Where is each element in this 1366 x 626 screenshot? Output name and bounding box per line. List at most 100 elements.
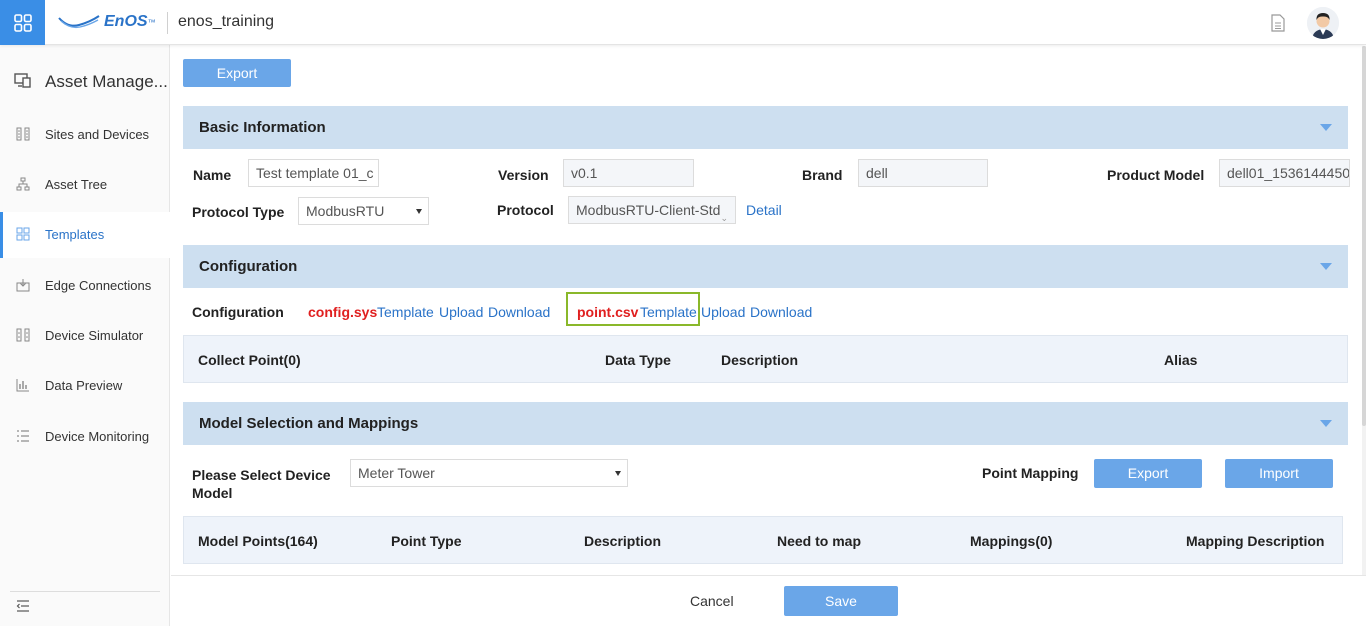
column-header[interactable]: Point Type (391, 533, 462, 549)
name-field[interactable]: Test template 01_c (248, 159, 379, 187)
name-label: Name (193, 167, 232, 183)
app-grid-button[interactable] (0, 0, 45, 45)
column-header[interactable]: Description (721, 352, 798, 368)
sidebar-item-sites-and-devices[interactable]: Sites and Devices (0, 112, 170, 158)
collapse-caret-icon[interactable] (1320, 124, 1332, 131)
point-upload-link[interactable]: Upload (701, 304, 745, 320)
sidebar-header[interactable]: Asset Manage... (0, 63, 170, 99)
collapse-caret-icon[interactable] (1320, 420, 1332, 427)
column-header[interactable]: Mappings(0) (970, 533, 1052, 549)
protocol-detail-link[interactable]: Detail (746, 202, 782, 218)
top-bar: EnOS ™ enos_training (0, 0, 1366, 45)
devices-icon (16, 127, 30, 141)
column-header[interactable]: Model Points(164) (198, 533, 318, 549)
version-label: Version (498, 167, 549, 183)
sidebar: Asset Manage... Sites and Devices Asset … (0, 45, 170, 626)
chart-icon (16, 379, 29, 392)
configuration-label: Configuration (192, 304, 284, 320)
brand-field: dell (858, 159, 988, 187)
sidebar-item-label: Device Simulator (45, 328, 144, 343)
sidebar-title: Asset Manage... (45, 72, 168, 91)
export-button[interactable]: Export (183, 59, 291, 87)
sidebar-item-label: Asset Tree (45, 177, 108, 192)
dropdown-arrow-icon (416, 209, 422, 214)
user-avatar-icon (1307, 7, 1339, 39)
config-sys-file[interactable]: config.sys (308, 304, 377, 320)
sidebar-item-label: Device Monitoring (45, 429, 150, 444)
point-template-link[interactable]: Template (640, 304, 697, 320)
page-scrollbar-thumb[interactable] (1362, 46, 1366, 426)
sidebar-footer (10, 591, 160, 615)
sidebar-item-templates[interactable]: Templates (0, 212, 170, 258)
config-upload-link[interactable]: Upload (439, 304, 483, 320)
column-header[interactable]: Alias (1164, 352, 1197, 368)
point-csv-file[interactable]: point.csv (577, 304, 638, 320)
column-header[interactable]: Collect Point(0) (198, 352, 301, 368)
protocol-type-label: Protocol Type (192, 204, 285, 220)
document-icon[interactable] (1270, 14, 1286, 35)
apps-grid-icon (13, 13, 32, 32)
column-header[interactable]: Need to map (777, 533, 861, 549)
edge-icon (16, 279, 30, 292)
sidebar-item-label: Data Preview (45, 378, 123, 393)
config-download-link[interactable]: Download (488, 304, 550, 320)
user-avatar[interactable] (1307, 7, 1339, 39)
column-header[interactable]: Mapping Description (1186, 533, 1324, 549)
section-title: Model Selection and Mappings (199, 415, 419, 432)
logo-text: EnOS (104, 13, 148, 30)
templates-icon (16, 227, 30, 241)
chevron-down-icon: ⌄ (720, 213, 728, 223)
logo-trademark: ™ (147, 17, 156, 27)
protocol-type-select[interactable]: ModbusRTU (298, 197, 429, 225)
dropdown-arrow-icon (615, 471, 621, 476)
sidebar-item-edge-connections[interactable]: Edge Connections (0, 263, 170, 309)
cancel-button[interactable]: Cancel (690, 593, 734, 609)
device-model-select[interactable]: Meter Tower (350, 459, 628, 487)
section-title: Basic Information (199, 119, 326, 136)
header-divider (167, 12, 168, 34)
protocol-select[interactable]: ModbusRTU-Client-Std ⌄ (568, 196, 736, 224)
sidebar-item-asset-tree[interactable]: Asset Tree (0, 162, 170, 208)
simulator-icon (16, 328, 30, 342)
product-model-field: dell01_15361444500 (1219, 159, 1350, 187)
footer-bar: Cancel Save (171, 575, 1366, 626)
device-model-value: Meter Tower (358, 465, 435, 481)
protocol-type-value: ModbusRTU (306, 203, 385, 219)
sidebar-item-device-simulator[interactable]: Device Simulator (0, 313, 170, 359)
mapping-import-button[interactable]: Import (1225, 459, 1333, 488)
brand-label: Brand (802, 167, 843, 183)
collapse-sidebar-icon[interactable] (16, 600, 30, 612)
point-download-link[interactable]: Download (750, 304, 812, 320)
protocol-label: Protocol (497, 202, 554, 218)
asset-management-icon (14, 73, 31, 88)
sidebar-item-device-monitoring[interactable]: Device Monitoring (0, 414, 170, 460)
sidebar-item-label: Edge Connections (45, 278, 152, 293)
main-content: Export Basic Information Name Test templ… (171, 46, 1366, 626)
collect-point-table-header: Collect Point(0) Data Type Description A… (183, 335, 1348, 383)
monitoring-icon (17, 430, 29, 442)
configuration-header[interactable]: Configuration (183, 245, 1348, 288)
model-points-table-header: Model Points(164) Point Type Description… (183, 516, 1343, 564)
mapping-export-button[interactable]: Export (1094, 459, 1202, 488)
org-name[interactable]: enos_training (178, 13, 274, 31)
basic-information-header[interactable]: Basic Information (183, 106, 1348, 149)
sidebar-item-label: Templates (45, 227, 105, 242)
section-title: Configuration (199, 258, 298, 275)
protocol-value: ModbusRTU-Client-Std (576, 202, 721, 218)
product-model-label: Product Model (1107, 167, 1205, 183)
select-model-label-line1: Please Select Device (192, 467, 331, 483)
enos-wave-icon (58, 15, 100, 29)
column-header[interactable]: Data Type (605, 352, 671, 368)
column-header[interactable]: Description (584, 533, 661, 549)
save-button[interactable]: Save (784, 586, 898, 616)
collapse-caret-icon[interactable] (1320, 263, 1332, 270)
sidebar-item-data-preview[interactable]: Data Preview (0, 363, 170, 409)
sidebar-item-label: Sites and Devices (45, 127, 150, 142)
select-model-label-line2: Model (192, 485, 233, 501)
version-field: v0.1 (563, 159, 694, 187)
point-mapping-label: Point Mapping (982, 465, 1079, 481)
model-selection-header[interactable]: Model Selection and Mappings (183, 402, 1348, 445)
tree-icon (16, 177, 30, 191)
config-template-link[interactable]: Template (377, 304, 434, 320)
enos-logo[interactable]: EnOS ™ (58, 11, 156, 33)
